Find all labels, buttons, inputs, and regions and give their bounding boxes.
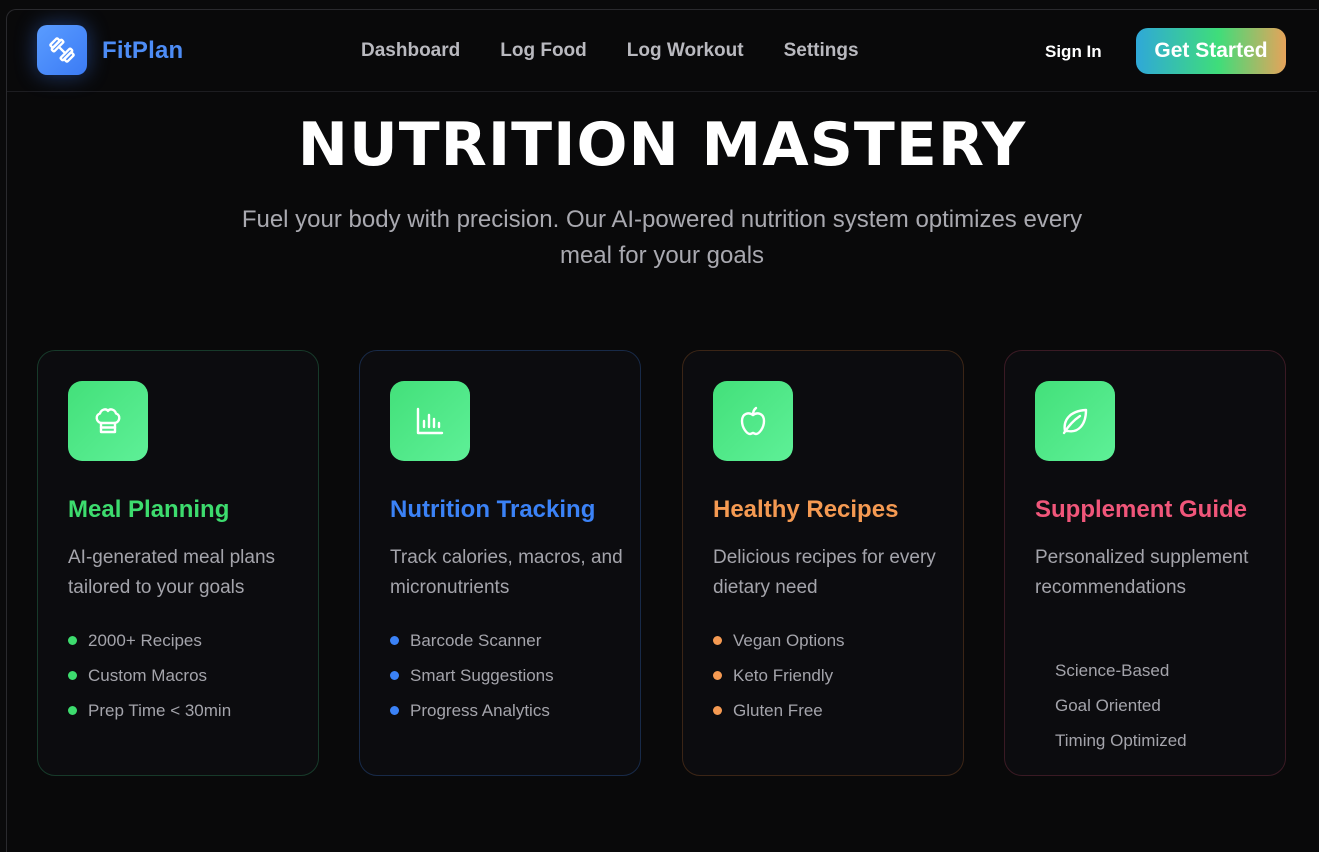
bullet-dot bbox=[68, 671, 77, 680]
bullet-dot bbox=[390, 706, 399, 715]
feature-card-meal-planning[interactable]: Meal Planning AI-generated meal plans ta… bbox=[37, 350, 319, 776]
apple-icon bbox=[740, 406, 766, 436]
feature-label: Gluten Free bbox=[733, 701, 823, 720]
list-item: Keto Friendly bbox=[713, 658, 845, 693]
bullet-dot bbox=[68, 706, 77, 715]
leaf-icon bbox=[1062, 408, 1088, 435]
bullet-dot bbox=[390, 671, 399, 680]
feature-label: Vegan Options bbox=[733, 631, 845, 650]
nav-log-food[interactable]: Log Food bbox=[500, 40, 587, 62]
bullet-dot bbox=[713, 636, 722, 645]
list-item: Science-Based bbox=[1035, 653, 1187, 688]
feature-label: Barcode Scanner bbox=[410, 631, 542, 650]
feature-label: Smart Suggestions bbox=[410, 666, 554, 685]
feature-icon-tile bbox=[68, 381, 148, 461]
nav-settings[interactable]: Settings bbox=[784, 40, 859, 62]
card-title: Supplement Guide bbox=[1035, 496, 1248, 523]
chef-hat-icon bbox=[95, 408, 121, 434]
feature-label: Keto Friendly bbox=[733, 666, 834, 685]
feature-list: Barcode Scanner Smart Suggestions Progre… bbox=[390, 623, 554, 728]
bullet-dot bbox=[1035, 736, 1044, 745]
list-item: 2000+ Recipes bbox=[68, 623, 231, 658]
nav-dashboard[interactable]: Dashboard bbox=[361, 40, 460, 62]
list-item: Gluten Free bbox=[713, 693, 845, 728]
dumbbell-icon bbox=[49, 37, 75, 63]
feature-list: Science-Based Goal Oriented Timing Optim… bbox=[1035, 653, 1187, 758]
get-started-button[interactable]: Get Started bbox=[1136, 28, 1286, 74]
logo[interactable] bbox=[37, 25, 87, 75]
bar-chart-icon bbox=[416, 407, 444, 435]
bullet-dot bbox=[68, 636, 77, 645]
card-title: Nutrition Tracking bbox=[390, 496, 596, 523]
card-description: AI-generated meal plans tailored to your… bbox=[68, 547, 276, 598]
card-description: Delicious recipes for every dietary need bbox=[713, 547, 936, 598]
feature-label: Progress Analytics bbox=[410, 701, 550, 720]
feature-label: Goal Oriented bbox=[1055, 696, 1161, 715]
feature-label: 2000+ Recipes bbox=[88, 631, 202, 650]
feature-label: Science-Based bbox=[1055, 661, 1170, 680]
card-description: Personalized supplement recommendations bbox=[1035, 547, 1249, 598]
card-title: Meal Planning bbox=[68, 496, 230, 523]
feature-list: 2000+ Recipes Custom Macros Prep Time < … bbox=[68, 623, 231, 728]
hero-subtitle: Fuel your body with precision. Our AI-po… bbox=[241, 206, 1083, 269]
list-item: Barcode Scanner bbox=[390, 623, 554, 658]
bullet-dot bbox=[1035, 666, 1044, 675]
feature-label: Timing Optimized bbox=[1055, 731, 1187, 750]
list-item: Goal Oriented bbox=[1035, 688, 1187, 723]
list-item: Prep Time < 30min bbox=[68, 693, 231, 728]
bullet-dot bbox=[713, 671, 722, 680]
feature-icon-tile bbox=[1035, 381, 1115, 461]
list-item: Timing Optimized bbox=[1035, 723, 1187, 758]
feature-card-nutrition-tracking[interactable]: Nutrition Tracking Track calories, macro… bbox=[359, 350, 641, 776]
card-description: Track calories, macros, and micronutrien… bbox=[390, 547, 623, 598]
card-title: Healthy Recipes bbox=[713, 496, 899, 523]
main-nav: Dashboard Log Food Log Workout Settings bbox=[361, 40, 859, 62]
list-item: Smart Suggestions bbox=[390, 658, 554, 693]
feature-label: Custom Macros bbox=[88, 666, 208, 685]
app-window: FitPlan Dashboard Log Food Log Workout S… bbox=[6, 9, 1317, 852]
list-item: Vegan Options bbox=[713, 623, 845, 658]
top-navbar: FitPlan Dashboard Log Food Log Workout S… bbox=[7, 10, 1317, 92]
feature-card-healthy-recipes[interactable]: Healthy Recipes Delicious recipes for ev… bbox=[682, 350, 964, 776]
brand-name[interactable]: FitPlan bbox=[102, 37, 183, 65]
feature-label: Prep Time < 30min bbox=[88, 701, 232, 720]
feature-icon-tile bbox=[713, 381, 793, 461]
bullet-dot bbox=[1035, 701, 1044, 710]
sign-in-link[interactable]: Sign In bbox=[1045, 42, 1102, 62]
hero-title: NUTRITION MASTERY bbox=[297, 110, 1027, 180]
feature-icon-tile bbox=[390, 381, 470, 461]
bullet-dot bbox=[390, 636, 399, 645]
nav-log-workout[interactable]: Log Workout bbox=[627, 40, 744, 62]
feature-card-supplement-guide[interactable]: Supplement Guide Personalized supplement… bbox=[1004, 350, 1286, 776]
bullet-dot bbox=[713, 706, 722, 715]
list-item: Progress Analytics bbox=[390, 693, 554, 728]
feature-list: Vegan Options Keto Friendly Gluten Free bbox=[713, 623, 845, 728]
list-item: Custom Macros bbox=[68, 658, 231, 693]
